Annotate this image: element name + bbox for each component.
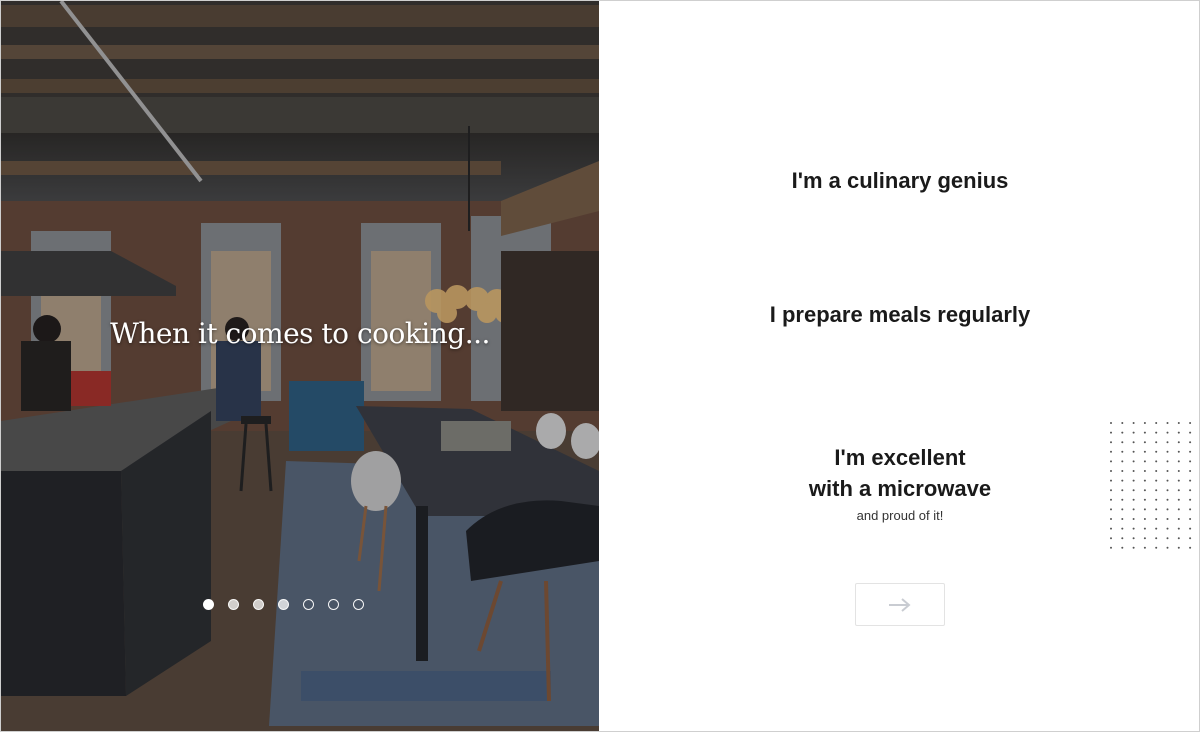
option-label: I prepare meals regularly <box>769 302 1031 327</box>
arrow-right-icon <box>889 597 911 612</box>
photo-overlay <box>1 1 599 731</box>
carousel-dot[interactable] <box>278 599 289 610</box>
carousel-pager <box>203 599 364 610</box>
option-prepare-meals-regularly[interactable]: I prepare meals regularly <box>599 299 1199 330</box>
carousel-dot[interactable] <box>303 599 314 610</box>
next-button[interactable] <box>855 583 945 626</box>
decorative-dot-grid <box>1110 422 1192 549</box>
carousel-dot[interactable] <box>203 599 214 610</box>
photo-caption: When it comes to cooking... <box>110 317 490 350</box>
carousel-dot[interactable] <box>328 599 339 610</box>
carousel-dot[interactable] <box>353 599 364 610</box>
kitchen-photo-panel: When it comes to cooking... <box>1 1 599 731</box>
option-label: I'm a culinary genius <box>791 168 1009 193</box>
carousel-dot[interactable] <box>253 599 264 610</box>
carousel-dot[interactable] <box>228 599 239 610</box>
option-culinary-genius[interactable]: I'm a culinary genius <box>599 165 1199 196</box>
onboarding-screen: When it comes to cooking... I'm a culina… <box>0 0 1200 732</box>
